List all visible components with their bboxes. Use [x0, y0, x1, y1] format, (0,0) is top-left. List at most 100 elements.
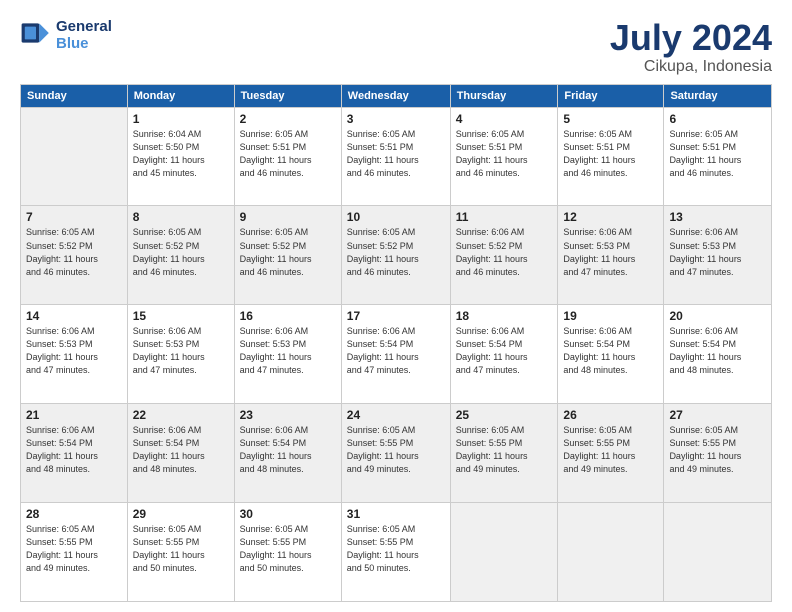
day-info: Sunrise: 6:05 AM Sunset: 5:55 PM Dayligh… — [347, 424, 445, 476]
weekday-header-monday: Monday — [127, 84, 234, 107]
day-info: Sunrise: 6:06 AM Sunset: 5:54 PM Dayligh… — [133, 424, 229, 476]
calendar-cell: 1 Sunrise: 6:04 AM Sunset: 5:50 PM Daylig… — [127, 107, 234, 206]
day-number: 29 — [133, 507, 229, 521]
day-info: Sunrise: 6:05 AM Sunset: 5:55 PM Dayligh… — [669, 424, 766, 476]
day-info: Sunrise: 6:05 AM Sunset: 5:55 PM Dayligh… — [26, 523, 122, 575]
calendar-cell: 22 Sunrise: 6:06 AM Sunset: 5:54 PM Dayli… — [127, 404, 234, 503]
calendar-cell — [450, 503, 558, 602]
day-info: Sunrise: 6:05 AM Sunset: 5:51 PM Dayligh… — [563, 128, 658, 180]
weekday-header-sunday: Sunday — [21, 84, 128, 107]
day-info: Sunrise: 6:05 AM Sunset: 5:51 PM Dayligh… — [456, 128, 553, 180]
calendar-cell: 20Sunrise: 6:06 AM Sunset: 5:54 PM Dayli… — [664, 305, 772, 404]
day-number: 22 — [133, 408, 229, 422]
calendar-cell: 9 Sunrise: 6:05 AM Sunset: 5:52 PM Daylig… — [234, 206, 341, 305]
calendar-cell: 29Sunrise: 6:05 AM Sunset: 5:55 PM Dayli… — [127, 503, 234, 602]
day-number: 17 — [347, 309, 445, 323]
calendar-cell: 12 Sunrise: 6:06 AM Sunset: 5:53 PM Dayli… — [558, 206, 664, 305]
day-info: Sunrise: 6:05 AM Sunset: 5:52 PM Dayligh… — [26, 226, 122, 278]
calendar-cell: 15Sunrise: 6:06 AM Sunset: 5:53 PM Dayli… — [127, 305, 234, 404]
calendar-cell: 25Sunrise: 6:05 AM Sunset: 5:55 PM Dayli… — [450, 404, 558, 503]
day-info: Sunrise: 6:06 AM Sunset: 5:53 PM Dayligh… — [563, 226, 658, 278]
calendar-week-row-4: 21Sunrise: 6:06 AM Sunset: 5:54 PM Dayli… — [21, 404, 772, 503]
day-info: Sunrise: 6:06 AM Sunset: 5:54 PM Dayligh… — [240, 424, 336, 476]
day-info: Sunrise: 6:05 AM Sunset: 5:51 PM Dayligh… — [347, 128, 445, 180]
calendar-cell: 28 Sunrise: 6:05 AM Sunset: 5:55 PM Dayli… — [21, 503, 128, 602]
day-number: 14 — [26, 309, 122, 323]
calendar-cell: 4 Sunrise: 6:05 AM Sunset: 5:51 PM Daylig… — [450, 107, 558, 206]
day-number: 7 — [26, 210, 122, 224]
weekday-header-thursday: Thursday — [450, 84, 558, 107]
calendar-cell: 11 Sunrise: 6:06 AM Sunset: 5:52 PM Dayli… — [450, 206, 558, 305]
logo-icon — [20, 17, 52, 49]
calendar-cell: 23 Sunrise: 6:06 AM Sunset: 5:54 PM Dayli… — [234, 404, 341, 503]
day-number: 10 — [347, 210, 445, 224]
calendar-cell: 3 Sunrise: 6:05 AM Sunset: 5:51 PM Daylig… — [341, 107, 450, 206]
day-info: Sunrise: 6:05 AM Sunset: 5:52 PM Dayligh… — [347, 226, 445, 278]
page: General Blue July 2024 Cikupa, Indonesia… — [0, 0, 792, 612]
calendar-cell: 13 Sunrise: 6:06 AM Sunset: 5:53 PM Dayli… — [664, 206, 772, 305]
day-number: 4 — [456, 112, 553, 126]
weekday-header-wednesday: Wednesday — [341, 84, 450, 107]
calendar-cell: 17 Sunrise: 6:06 AM Sunset: 5:54 PM Dayli… — [341, 305, 450, 404]
day-number: 1 — [133, 112, 229, 126]
calendar-cell: 10 Sunrise: 6:05 AM Sunset: 5:52 PM Dayli… — [341, 206, 450, 305]
calendar-cell — [664, 503, 772, 602]
calendar-table: SundayMondayTuesdayWednesdayThursdayFrid… — [20, 84, 772, 602]
day-info: Sunrise: 6:04 AM Sunset: 5:50 PM Dayligh… — [133, 128, 229, 180]
day-number: 28 — [26, 507, 122, 521]
weekday-header-saturday: Saturday — [664, 84, 772, 107]
calendar-cell: 27 Sunrise: 6:05 AM Sunset: 5:55 PM Dayli… — [664, 404, 772, 503]
day-info: Sunrise: 6:05 AM Sunset: 5:55 PM Dayligh… — [240, 523, 336, 575]
calendar-week-row-2: 7 Sunrise: 6:05 AM Sunset: 5:52 PM Daylig… — [21, 206, 772, 305]
month-title: July 2024 — [610, 18, 772, 58]
day-number: 23 — [240, 408, 336, 422]
calendar-cell — [21, 107, 128, 206]
calendar-week-row-3: 14 Sunrise: 6:06 AM Sunset: 5:53 PM Dayli… — [21, 305, 772, 404]
day-info: Sunrise: 6:05 AM Sunset: 5:52 PM Dayligh… — [133, 226, 229, 278]
day-number: 24 — [347, 408, 445, 422]
day-info: Sunrise: 6:05 AM Sunset: 5:55 PM Dayligh… — [347, 523, 445, 575]
day-number: 27 — [669, 408, 766, 422]
day-number: 8 — [133, 210, 229, 224]
day-info: Sunrise: 6:06 AM Sunset: 5:54 PM Dayligh… — [456, 325, 553, 377]
day-info: Sunrise: 6:06 AM Sunset: 5:53 PM Dayligh… — [669, 226, 766, 278]
day-number: 13 — [669, 210, 766, 224]
calendar-cell: 18 Sunrise: 6:06 AM Sunset: 5:54 PM Dayli… — [450, 305, 558, 404]
day-info: Sunrise: 6:05 AM Sunset: 5:51 PM Dayligh… — [669, 128, 766, 180]
calendar-cell: 7 Sunrise: 6:05 AM Sunset: 5:52 PM Daylig… — [21, 206, 128, 305]
day-number: 20 — [669, 309, 766, 323]
day-number: 18 — [456, 309, 553, 323]
day-number: 16 — [240, 309, 336, 323]
calendar-cell: 31Sunrise: 6:05 AM Sunset: 5:55 PM Dayli… — [341, 503, 450, 602]
day-number: 12 — [563, 210, 658, 224]
calendar-cell: 2Sunrise: 6:05 AM Sunset: 5:51 PM Daylig… — [234, 107, 341, 206]
day-info: Sunrise: 6:06 AM Sunset: 5:54 PM Dayligh… — [26, 424, 122, 476]
logo: General Blue — [20, 18, 112, 53]
calendar-cell: 24 Sunrise: 6:05 AM Sunset: 5:55 PM Dayli… — [341, 404, 450, 503]
day-info: Sunrise: 6:05 AM Sunset: 5:55 PM Dayligh… — [563, 424, 658, 476]
logo-text: General Blue — [56, 18, 112, 53]
day-number: 19 — [563, 309, 658, 323]
day-info: Sunrise: 6:05 AM Sunset: 5:52 PM Dayligh… — [240, 226, 336, 278]
day-number: 6 — [669, 112, 766, 126]
calendar-cell: 16Sunrise: 6:06 AM Sunset: 5:53 PM Dayli… — [234, 305, 341, 404]
day-info: Sunrise: 6:05 AM Sunset: 5:55 PM Dayligh… — [456, 424, 553, 476]
weekday-header-friday: Friday — [558, 84, 664, 107]
calendar-cell: 30Sunrise: 6:05 AM Sunset: 5:55 PM Dayli… — [234, 503, 341, 602]
day-number: 3 — [347, 112, 445, 126]
day-number: 9 — [240, 210, 336, 224]
calendar-week-row-5: 28 Sunrise: 6:05 AM Sunset: 5:55 PM Dayli… — [21, 503, 772, 602]
day-number: 11 — [456, 210, 553, 224]
calendar-cell: 8 Sunrise: 6:05 AM Sunset: 5:52 PM Daylig… — [127, 206, 234, 305]
day-number: 2 — [240, 112, 336, 126]
day-info: Sunrise: 6:06 AM Sunset: 5:53 PM Dayligh… — [26, 325, 122, 377]
day-number: 15 — [133, 309, 229, 323]
calendar-cell: 6 Sunrise: 6:05 AM Sunset: 5:51 PM Daylig… — [664, 107, 772, 206]
day-info: Sunrise: 6:06 AM Sunset: 5:54 PM Dayligh… — [347, 325, 445, 377]
calendar-header-row: SundayMondayTuesdayWednesdayThursdayFrid… — [21, 84, 772, 107]
title-block: July 2024 Cikupa, Indonesia — [610, 18, 772, 76]
location-title: Cikupa, Indonesia — [610, 58, 772, 76]
weekday-header-tuesday: Tuesday — [234, 84, 341, 107]
calendar-cell: 5Sunrise: 6:05 AM Sunset: 5:51 PM Daylig… — [558, 107, 664, 206]
day-info: Sunrise: 6:06 AM Sunset: 5:52 PM Dayligh… — [456, 226, 553, 278]
